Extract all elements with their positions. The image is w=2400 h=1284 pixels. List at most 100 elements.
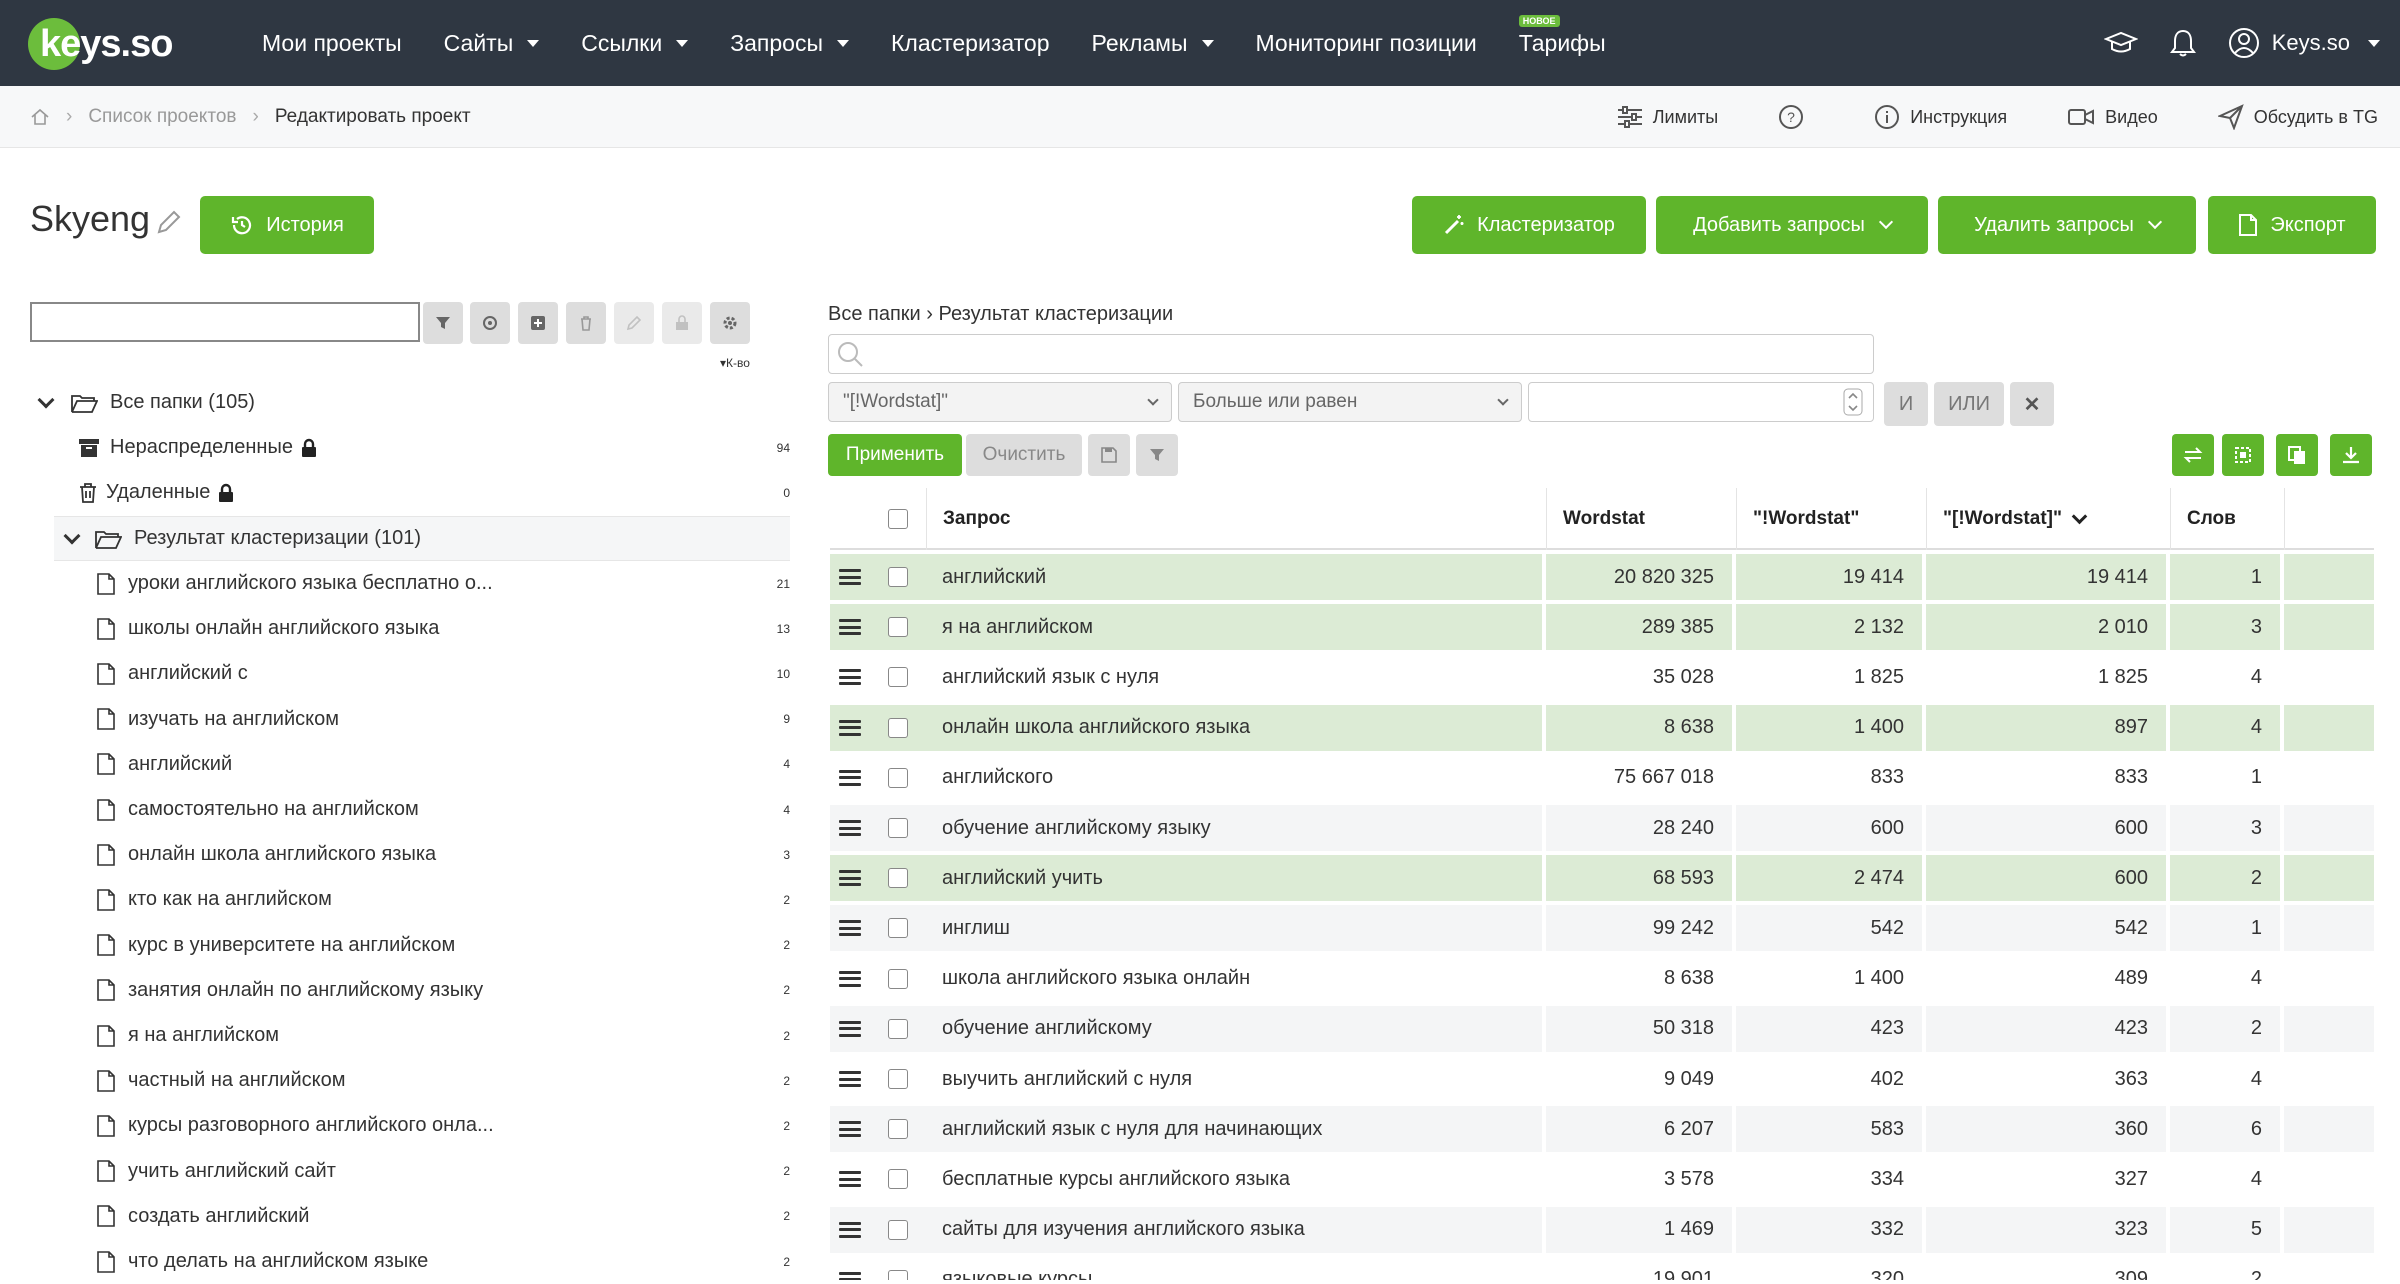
table-row[interactable]: английский язык с нуля для начинающих 6 2… bbox=[830, 1104, 2374, 1154]
drag-handle[interactable] bbox=[830, 1106, 870, 1153]
tree-file-item[interactable]: курс в университете на английском 2 bbox=[96, 923, 790, 968]
tree-file-item[interactable]: самостоятельно на английском 4 bbox=[96, 787, 790, 832]
breadcrumb-projects[interactable]: Список проектов bbox=[88, 106, 236, 128]
history-button[interactable]: История bbox=[200, 196, 374, 254]
apply-button[interactable]: Применить bbox=[828, 434, 962, 476]
row-checkbox[interactable] bbox=[888, 968, 908, 989]
drag-handle[interactable] bbox=[830, 704, 870, 751]
copy-button[interactable] bbox=[2276, 434, 2318, 476]
table-row[interactable]: я на английском 289 385 2 132 2 010 3 bbox=[830, 602, 2374, 652]
tree-file-item[interactable]: английский с 10 bbox=[96, 651, 790, 696]
row-checkbox[interactable] bbox=[888, 918, 908, 939]
tree-root[interactable]: Все папки (105) bbox=[36, 380, 790, 425]
delete-folder-button[interactable] bbox=[566, 302, 606, 344]
lock-folder-button[interactable] bbox=[662, 302, 702, 344]
row-checkbox[interactable] bbox=[888, 868, 908, 889]
edit-folder-button[interactable] bbox=[614, 302, 654, 344]
row-checkbox[interactable] bbox=[888, 717, 908, 738]
sort-by-count[interactable]: ▾К-во bbox=[720, 356, 750, 370]
video-link[interactable]: Видео bbox=[2067, 106, 2158, 128]
help-button[interactable]: ? bbox=[1778, 104, 1814, 130]
folder-search-input[interactable] bbox=[30, 302, 420, 342]
nav-item[interactable]: Мои проекты bbox=[262, 30, 402, 57]
swap-button[interactable] bbox=[2172, 434, 2214, 476]
limits-link[interactable]: Лимиты bbox=[1617, 106, 1718, 128]
filter-field-select[interactable]: "[!Wordstat]" bbox=[828, 382, 1172, 422]
row-checkbox[interactable] bbox=[888, 667, 908, 688]
tree-file-item[interactable]: уроки английского языка бесплатно о... 21 bbox=[96, 561, 790, 606]
nav-item[interactable]: Мониторинг позиции bbox=[1256, 30, 1477, 57]
row-checkbox[interactable] bbox=[888, 1269, 908, 1280]
table-row[interactable]: сайты для изучения английского языка 1 46… bbox=[830, 1205, 2374, 1255]
nav-item[interactable]: Кластеризатор bbox=[891, 30, 1050, 57]
row-checkbox[interactable] bbox=[888, 1069, 908, 1089]
table-row[interactable]: обучение английскому языку 28 240 600 600 3 bbox=[830, 803, 2374, 853]
col-wordstat[interactable]: Wordstat bbox=[1546, 488, 1736, 550]
tree-file-item[interactable]: онлайн школа английского языка 3 bbox=[96, 832, 790, 877]
drag-handle[interactable] bbox=[830, 805, 870, 851]
drag-handle[interactable] bbox=[830, 754, 870, 801]
drag-handle[interactable] bbox=[830, 1206, 870, 1253]
add-queries-button[interactable]: Добавить запросы bbox=[1656, 196, 1928, 254]
col-wordstat-strict[interactable]: "[!Wordstat]" bbox=[1926, 488, 2170, 550]
nav-item[interactable]: Рекламы bbox=[1092, 30, 1214, 57]
table-row[interactable]: выучить английский с нуля 9 049 402 363 4 bbox=[830, 1054, 2374, 1104]
tree-file-item[interactable]: что делать на английском языке 2 bbox=[96, 1239, 790, 1284]
save-filter-button[interactable] bbox=[1088, 434, 1130, 476]
table-row[interactable]: языковые курсы 19 901 320 309 2 bbox=[830, 1255, 2374, 1280]
nav-item[interactable]: Запросы bbox=[730, 30, 849, 57]
tree-file-item[interactable]: курсы разговорного английского онла... 2 bbox=[96, 1103, 790, 1148]
table-row[interactable]: английского 75 667 018 833 833 1 bbox=[830, 753, 2374, 803]
clusterizer-button[interactable]: Кластеризатор bbox=[1412, 196, 1646, 254]
row-checkbox[interactable] bbox=[888, 818, 908, 838]
logo[interactable]: keys.so bbox=[28, 18, 178, 70]
tree-unassigned[interactable]: Нераспределенные 94 bbox=[78, 425, 790, 470]
table-row[interactable]: английский 20 820 325 19 414 19 414 1 bbox=[830, 552, 2374, 602]
nav-item[interactable]: Сайты bbox=[444, 30, 540, 57]
filter-toggle-button[interactable] bbox=[1136, 434, 1178, 476]
tree-file-item[interactable]: английский 4 bbox=[96, 742, 790, 787]
tree-file-item[interactable]: создать английский 2 bbox=[96, 1194, 790, 1239]
spinner-icon[interactable] bbox=[1843, 388, 1863, 416]
col-words[interactable]: Слов bbox=[2170, 488, 2284, 550]
tree-cluster-folder[interactable]: Результат кластеризации (101) bbox=[54, 516, 790, 561]
chevron-down-icon[interactable] bbox=[63, 527, 81, 544]
tree-file-item[interactable]: частный на английском 2 bbox=[96, 1058, 790, 1103]
tree-file-item[interactable]: изучать на английском 9 bbox=[96, 697, 790, 742]
col-wordstat-exact[interactable]: "!Wordstat" bbox=[1736, 488, 1926, 550]
tree-file-item[interactable]: кто как на английском 2 bbox=[96, 877, 790, 922]
drag-handle[interactable] bbox=[830, 905, 870, 952]
clear-button[interactable]: Очистить bbox=[966, 434, 1082, 476]
row-checkbox[interactable] bbox=[888, 1219, 908, 1240]
row-checkbox[interactable] bbox=[888, 617, 908, 638]
drag-handle[interactable] bbox=[830, 1256, 870, 1280]
or-button[interactable]: ИЛИ bbox=[1934, 382, 2004, 426]
table-row[interactable]: инглиш 99 242 542 542 1 bbox=[830, 903, 2374, 953]
export-button[interactable]: Экспорт bbox=[2208, 196, 2376, 254]
settings-button[interactable] bbox=[710, 302, 750, 344]
drag-handle[interactable] bbox=[830, 1156, 870, 1203]
add-folder-button[interactable] bbox=[518, 302, 558, 344]
download-button[interactable] bbox=[2330, 434, 2372, 476]
home-icon[interactable] bbox=[30, 107, 50, 127]
select-area-button[interactable] bbox=[2222, 434, 2264, 476]
tree-file-item[interactable]: я на английском 2 bbox=[96, 1013, 790, 1058]
tree-file-item[interactable]: занятия онлайн по английскому языку 2 bbox=[96, 968, 790, 1013]
table-row[interactable]: бесплатные курсы английского языка 3 578 3… bbox=[830, 1154, 2374, 1204]
table-row[interactable]: онлайн школа английского языка 8 638 1 400… bbox=[830, 703, 2374, 753]
select-all-checkbox[interactable] bbox=[888, 509, 908, 529]
table-row[interactable]: английский учить 68 593 2 474 600 2 bbox=[830, 853, 2374, 903]
tree-file-item[interactable]: школы онлайн английского языка 13 bbox=[96, 606, 790, 651]
nav-item[interactable]: Ссылки bbox=[581, 30, 689, 57]
filter-folders-button[interactable] bbox=[423, 302, 463, 344]
drag-handle[interactable] bbox=[830, 855, 870, 902]
chevron-down-icon[interactable] bbox=[37, 391, 55, 408]
row-checkbox[interactable] bbox=[888, 1119, 908, 1140]
account-menu[interactable]: Keys.so bbox=[2228, 27, 2380, 59]
delete-queries-button[interactable]: Удалить запросы bbox=[1938, 196, 2196, 254]
table-row[interactable]: английский язык с нуля 35 028 1 825 1 825 4 bbox=[830, 652, 2374, 702]
filter-value-input[interactable] bbox=[1528, 382, 1874, 422]
row-checkbox[interactable] bbox=[888, 567, 908, 587]
row-checkbox[interactable] bbox=[888, 1018, 908, 1039]
tree-file-item[interactable]: учить английский сайт 2 bbox=[96, 1149, 790, 1194]
